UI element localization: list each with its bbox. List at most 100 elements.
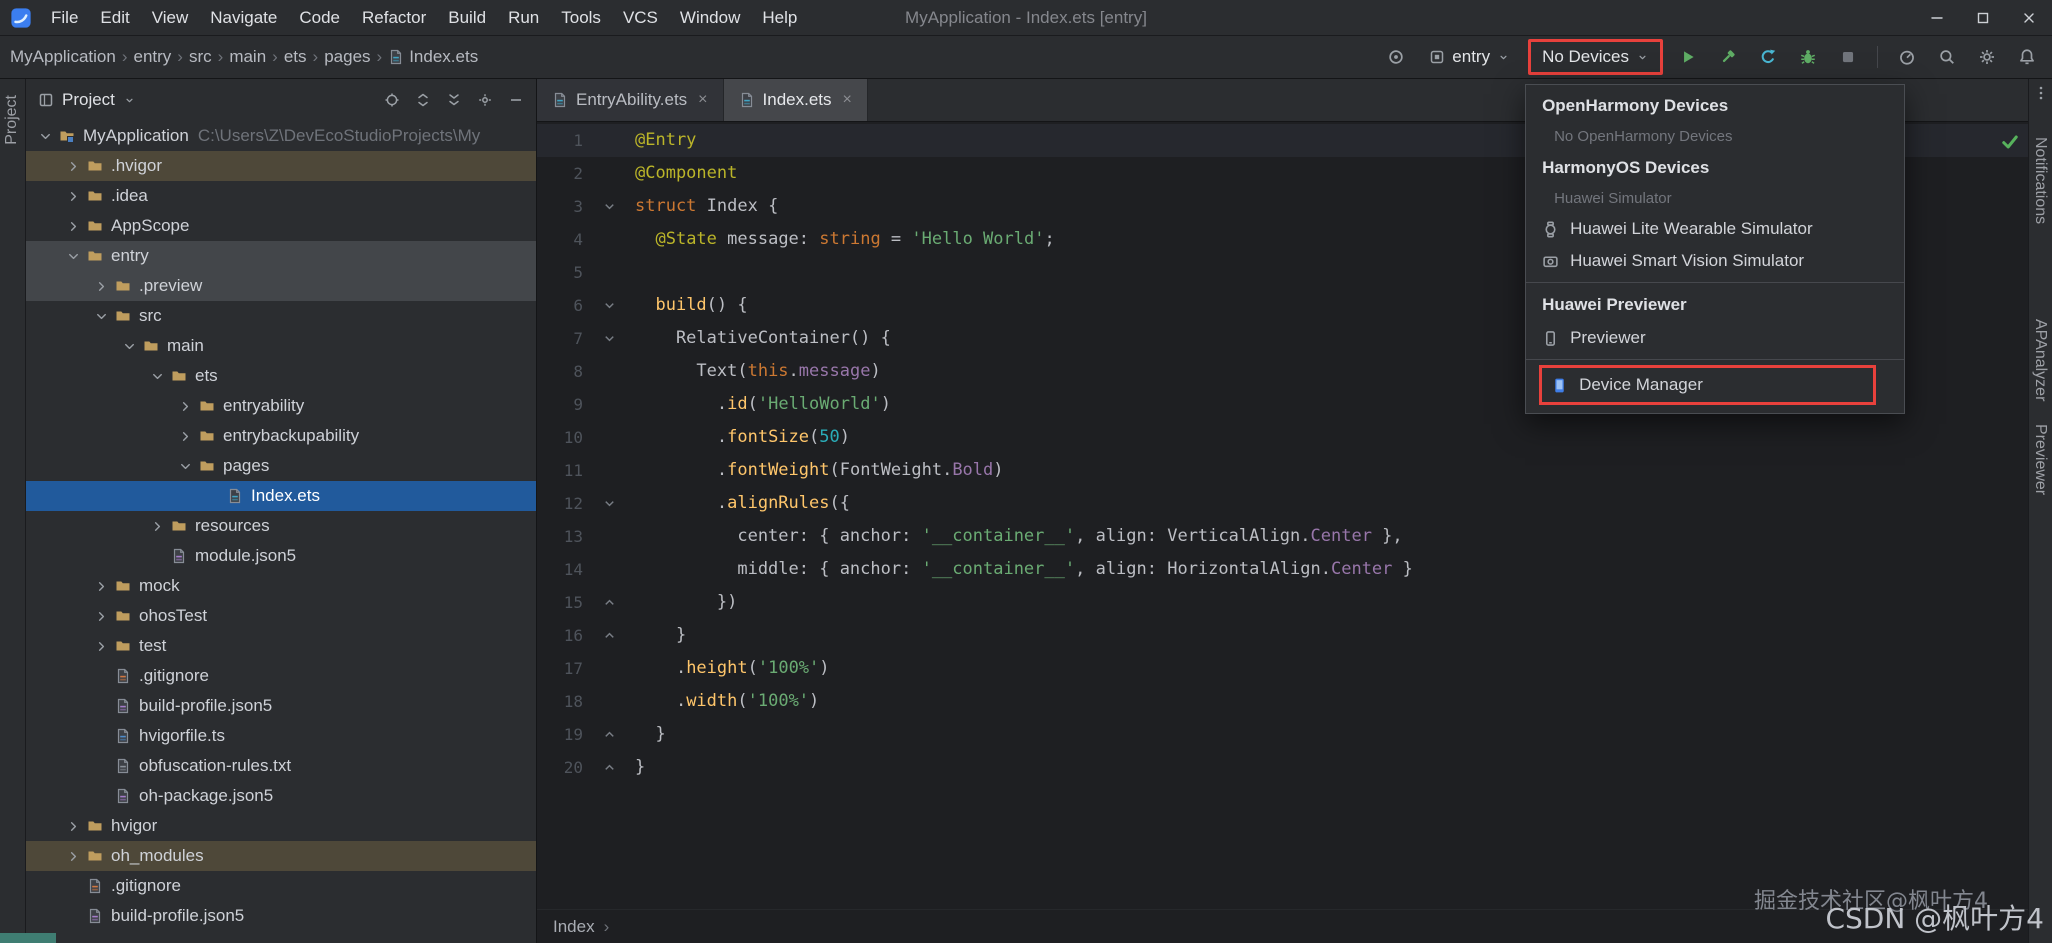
- editor-breadcrumb-item[interactable]: Index: [553, 917, 595, 937]
- device-selector[interactable]: No Devices: [1534, 43, 1657, 71]
- tree-chevron-icon[interactable]: [62, 219, 84, 234]
- fold-marker-icon[interactable]: [583, 619, 635, 652]
- tree-chevron-icon[interactable]: [62, 849, 84, 864]
- tree-chevron-icon[interactable]: [174, 399, 196, 414]
- device-menu-item-device-manager[interactable]: Device Manager: [1539, 365, 1876, 405]
- device-menu-item-huawei-smart-vision-simulator[interactable]: Huawei Smart Vision Simulator: [1526, 245, 1904, 277]
- tool-stripe-project[interactable]: Project: [3, 95, 21, 145]
- profiler-icon[interactable]: [1892, 42, 1922, 72]
- tree-item-main[interactable]: main: [26, 331, 536, 361]
- code-line-17[interactable]: 17 .height('100%'): [537, 652, 2028, 685]
- tree-chevron-icon[interactable]: [62, 819, 84, 834]
- tree-chevron-icon[interactable]: [174, 429, 196, 444]
- menu-item-tools[interactable]: Tools: [550, 0, 612, 35]
- fold-marker-icon[interactable]: [583, 190, 635, 223]
- menu-item-vcs[interactable]: VCS: [612, 0, 669, 35]
- menu-item-code[interactable]: Code: [288, 0, 351, 35]
- search-icon[interactable]: [1932, 42, 1962, 72]
- tree-item-oh-modules[interactable]: oh_modules: [26, 841, 536, 871]
- tree-item-module-json5[interactable]: module.json5: [26, 541, 536, 571]
- stop-icon[interactable]: [1833, 42, 1863, 72]
- tool-stripe-apanalyzer[interactable]: APAnalyzer: [2031, 319, 2049, 401]
- tree-chevron-icon[interactable]: [146, 369, 168, 384]
- tab-close-icon[interactable]: ×: [843, 91, 852, 109]
- minimize-icon[interactable]: [1914, 0, 1960, 35]
- breadcrumb-item-index-ets[interactable]: Index.ets: [388, 47, 478, 67]
- tree-item-build-profile-json5[interactable]: build-profile.json5: [26, 901, 536, 931]
- menu-item-navigate[interactable]: Navigate: [199, 0, 288, 35]
- tree-item-obfuscation-rules-txt[interactable]: obfuscation-rules.txt: [26, 751, 536, 781]
- device-menu-item-huawei-lite-wearable-simulator[interactable]: Huawei Lite Wearable Simulator: [1526, 213, 1904, 245]
- tree-item-ohostest[interactable]: ohosTest: [26, 601, 536, 631]
- breadcrumb-item-myapplication[interactable]: MyApplication: [10, 47, 116, 67]
- tree-item-entryability[interactable]: entryability: [26, 391, 536, 421]
- tree-chevron-icon[interactable]: [90, 279, 112, 294]
- code-line-15[interactable]: 15 }): [537, 586, 2028, 619]
- menu-item-help[interactable]: Help: [751, 0, 808, 35]
- tree-item-index-ets[interactable]: Index.ets: [26, 481, 536, 511]
- fold-marker-icon[interactable]: [583, 718, 635, 751]
- code-line-14[interactable]: 14 middle: { anchor: '__container__', al…: [537, 553, 2028, 586]
- tree-chevron-icon[interactable]: [118, 339, 140, 354]
- tree-item-pages[interactable]: pages: [26, 451, 536, 481]
- menu-item-file[interactable]: File: [40, 0, 89, 35]
- breadcrumb-item-entry[interactable]: entry: [134, 47, 172, 67]
- tree-chevron-icon[interactable]: [34, 129, 56, 144]
- tree-item-preview[interactable]: .preview: [26, 271, 536, 301]
- menu-item-run[interactable]: Run: [497, 0, 550, 35]
- inspections-status-icon[interactable]: [2000, 132, 2020, 152]
- code-line-12[interactable]: 12 .alignRules({: [537, 487, 2028, 520]
- tree-item-test[interactable]: test: [26, 631, 536, 661]
- expand-all-icon[interactable]: [415, 92, 431, 108]
- tree-chevron-icon[interactable]: [146, 519, 168, 534]
- code-line-11[interactable]: 11 .fontWeight(FontWeight.Bold): [537, 454, 2028, 487]
- fold-marker-icon[interactable]: [583, 586, 635, 619]
- menu-item-refactor[interactable]: Refactor: [351, 0, 437, 35]
- menu-item-view[interactable]: View: [141, 0, 200, 35]
- menu-item-window[interactable]: Window: [669, 0, 751, 35]
- module-selector[interactable]: entry: [1421, 43, 1518, 71]
- project-panel-title[interactable]: Project: [62, 90, 115, 110]
- breadcrumb-item-pages[interactable]: pages: [324, 47, 370, 67]
- maximize-icon[interactable]: [1960, 0, 2006, 35]
- code-line-13[interactable]: 13 center: { anchor: '__container__', al…: [537, 520, 2028, 553]
- rerun-icon[interactable]: [1753, 42, 1783, 72]
- tree-item-gitignore[interactable]: .gitignore: [26, 871, 536, 901]
- notifications-icon[interactable]: [2012, 42, 2042, 72]
- tree-item-hvigorfile-ts[interactable]: hvigorfile.ts: [26, 721, 536, 751]
- code-line-20[interactable]: 20}: [537, 751, 2028, 784]
- tree-item-hvigor[interactable]: hvigor: [26, 811, 536, 841]
- tree-chevron-icon[interactable]: [62, 189, 84, 204]
- breadcrumb-item-main[interactable]: main: [229, 47, 266, 67]
- tree-chevron-icon[interactable]: [62, 159, 84, 174]
- tree-item-gitignore[interactable]: .gitignore: [26, 661, 536, 691]
- code-line-19[interactable]: 19 }: [537, 718, 2028, 751]
- tab-close-icon[interactable]: ×: [698, 91, 707, 109]
- panel-settings-icon[interactable]: [477, 92, 493, 108]
- tree-item-myapplication[interactable]: MyApplicationC:\Users\Z\DevEcoStudioProj…: [26, 121, 536, 151]
- tree-chevron-icon[interactable]: [90, 579, 112, 594]
- breadcrumb-item-src[interactable]: src: [189, 47, 212, 67]
- code-line-16[interactable]: 16 }: [537, 619, 2028, 652]
- device-menu-item-previewer[interactable]: Previewer: [1526, 322, 1904, 354]
- debug-icon[interactable]: [1793, 42, 1823, 72]
- tree-item-appscope[interactable]: AppScope: [26, 211, 536, 241]
- tree-item-oh-package-json5[interactable]: oh-package.json5: [26, 781, 536, 811]
- tree-item-build-profile-json5[interactable]: build-profile.json5: [26, 691, 536, 721]
- locate-icon[interactable]: [384, 92, 400, 108]
- chevron-down-icon[interactable]: [123, 94, 136, 107]
- close-icon[interactable]: [2006, 0, 2052, 35]
- tree-item-entrybackupability[interactable]: entrybackupability: [26, 421, 536, 451]
- settings-icon[interactable]: [1972, 42, 2002, 72]
- code-line-10[interactable]: 10 .fontSize(50): [537, 421, 2028, 454]
- tab-index-ets[interactable]: Index.ets×: [724, 79, 868, 121]
- tool-stripe-notifications[interactable]: Notifications: [2031, 137, 2049, 224]
- fold-marker-icon[interactable]: [583, 322, 635, 355]
- fold-marker-icon[interactable]: [583, 487, 635, 520]
- tool-stripe-previewer[interactable]: Previewer: [2031, 424, 2049, 495]
- tree-item-idea[interactable]: .idea: [26, 181, 536, 211]
- tree-chevron-icon[interactable]: [62, 249, 84, 264]
- tree-item-ets[interactable]: ets: [26, 361, 536, 391]
- breadcrumb-item-ets[interactable]: ets: [284, 47, 307, 67]
- tree-item-entry[interactable]: entry: [26, 241, 536, 271]
